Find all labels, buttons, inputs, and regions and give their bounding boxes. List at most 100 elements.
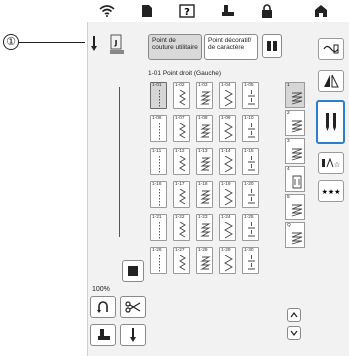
stitch-pattern-icon <box>224 222 233 239</box>
sheet-icon[interactable] <box>138 4 156 18</box>
stitch-code: 1-10 <box>244 116 254 121</box>
category-code: 5 <box>287 195 290 200</box>
stitch-cell[interactable]: 1-01 <box>150 82 167 109</box>
stitch-pattern-icon <box>200 157 211 171</box>
stitch-pattern-icon <box>291 232 303 245</box>
stitch-pattern-icon <box>291 120 303 133</box>
stitch-code: 1-21 <box>152 215 162 220</box>
presser-foot-icon[interactable] <box>218 4 236 18</box>
stitch-code: 1-02 <box>175 83 185 88</box>
stitch-cell[interactable]: 1-09 <box>219 115 236 142</box>
stitch-cell[interactable]: 1-19 <box>219 181 236 208</box>
stitch-pattern-icon <box>224 156 233 173</box>
stitch-cell[interactable]: 1-25 <box>242 214 259 241</box>
stitch-cell[interactable]: 1-28 <box>196 247 213 274</box>
svg-text:?: ? <box>184 7 190 18</box>
stars-button[interactable]: ★★★ <box>318 180 344 202</box>
stitch-code: 1-27 <box>175 248 185 253</box>
stitch-code: 1-19 <box>221 182 231 187</box>
needle-position-icon <box>88 36 100 52</box>
stitch-cell[interactable]: 1-12 <box>173 148 190 175</box>
stitch-cell[interactable]: 1-20 <box>242 181 259 208</box>
stitch-cell[interactable]: 1-11 <box>150 148 167 175</box>
stitch-cell[interactable]: 1-24 <box>219 214 236 241</box>
pattern-text-button[interactable]: ☆ <box>318 152 344 174</box>
stitch-pattern-icon <box>159 255 160 272</box>
twin-needle-icon <box>325 113 336 131</box>
help-icon[interactable]: ? <box>178 4 196 18</box>
stitch-cell[interactable]: 1-02 <box>173 82 190 109</box>
stitch-pattern-icon <box>291 148 303 161</box>
stitch-cell[interactable]: 1-26 <box>150 247 167 274</box>
stitch-code: 1-12 <box>175 149 185 154</box>
callout-number: ① <box>3 34 19 50</box>
stitch-cell[interactable]: 1-22 <box>173 214 190 241</box>
wifi-icon[interactable] <box>98 4 116 18</box>
reverse-button[interactable] <box>90 296 116 318</box>
stitch-list-button[interactable] <box>262 34 282 58</box>
stitch-code: 1-07 <box>175 116 185 121</box>
category-cell[interactable]: 3 <box>285 138 305 164</box>
stitch-pattern-icon <box>248 123 255 138</box>
stop-button[interactable] <box>122 260 144 282</box>
chevron-down-icon <box>290 330 298 336</box>
tab-decorative-stitch[interactable]: Point décoratif/ de caractère <box>204 34 258 60</box>
stitch-code: 1-05 <box>244 83 254 88</box>
stitch-cell[interactable]: 1-06 <box>150 115 167 142</box>
top-toolbar: ? <box>86 0 349 22</box>
scroll-down-button[interactable] <box>287 326 301 340</box>
category-cell[interactable]: 4 <box>285 166 305 192</box>
stitch-pattern-icon <box>159 90 160 107</box>
lock-icon[interactable] <box>258 4 276 18</box>
mirror-button[interactable] <box>318 70 344 92</box>
stitch-pattern-icon <box>248 189 255 204</box>
stitch-pattern-icon <box>200 256 211 270</box>
stitch-code: 1-26 <box>152 248 162 253</box>
presser-foot-icon <box>98 329 110 340</box>
thread-cutter-button[interactable] <box>120 296 146 318</box>
stitch-pattern-icon <box>179 255 186 271</box>
category-cell[interactable]: 2 <box>285 110 305 136</box>
stitch-pattern-icon <box>224 255 233 272</box>
stitch-cell[interactable]: 1-14 <box>219 148 236 175</box>
presser-foot-lift-button[interactable] <box>90 324 116 346</box>
needle-up-down-button[interactable] <box>120 324 146 346</box>
stitch-pattern-icon <box>179 189 186 205</box>
thread-button[interactable] <box>318 38 344 60</box>
stitch-cell[interactable]: 1-23 <box>196 214 213 241</box>
stitch-cell[interactable]: 1-29 <box>219 247 236 274</box>
scroll-up-button[interactable] <box>287 308 301 322</box>
mirror-icon <box>324 74 339 88</box>
stitch-cell[interactable]: 1-10 <box>242 115 259 142</box>
stitch-cell[interactable]: 1-17 <box>173 181 190 208</box>
stitch-cell[interactable]: 1-03 <box>196 82 213 109</box>
stitch-pattern-icon <box>200 223 211 237</box>
needle-icon <box>130 328 136 342</box>
stitch-cell[interactable]: 1-04 <box>219 82 236 109</box>
stitch-cell[interactable]: 1-27 <box>173 247 190 274</box>
stitch-cell[interactable]: 1-30 <box>242 247 259 274</box>
callout-line <box>19 42 85 43</box>
stitch-cell[interactable]: 1-05 <box>242 82 259 109</box>
stitch-pattern-icon <box>179 156 186 172</box>
category-code: 3 <box>287 139 290 144</box>
category-cell[interactable]: 5 <box>285 194 305 220</box>
stitch-code: 1-24 <box>221 215 231 220</box>
stitch-code: 1-29 <box>221 248 231 253</box>
home-icon[interactable] <box>312 4 330 18</box>
stitch-cell[interactable]: 1-13 <box>196 148 213 175</box>
stitch-cell[interactable]: 1-15 <box>242 148 259 175</box>
category-code: 4 <box>287 167 290 172</box>
stitch-cell[interactable]: 1-16 <box>150 181 167 208</box>
stitch-cell[interactable]: 1-07 <box>173 115 190 142</box>
needle-mode-button[interactable] <box>316 100 345 144</box>
category-cell[interactable]: Q <box>285 222 305 248</box>
stitch-pattern-icon <box>248 222 255 237</box>
tab-utility-stitch[interactable]: Point de couture utilitaire <box>148 34 202 60</box>
category-cell[interactable]: 1 <box>285 82 305 108</box>
stitch-cell[interactable]: 1-21 <box>150 214 167 241</box>
stitch-cell[interactable]: 1-08 <box>196 115 213 142</box>
stitch-code: 1-28 <box>198 248 208 253</box>
stitch-cell[interactable]: 1-18 <box>196 181 213 208</box>
pattern-text-icon: ☆ <box>322 157 340 169</box>
